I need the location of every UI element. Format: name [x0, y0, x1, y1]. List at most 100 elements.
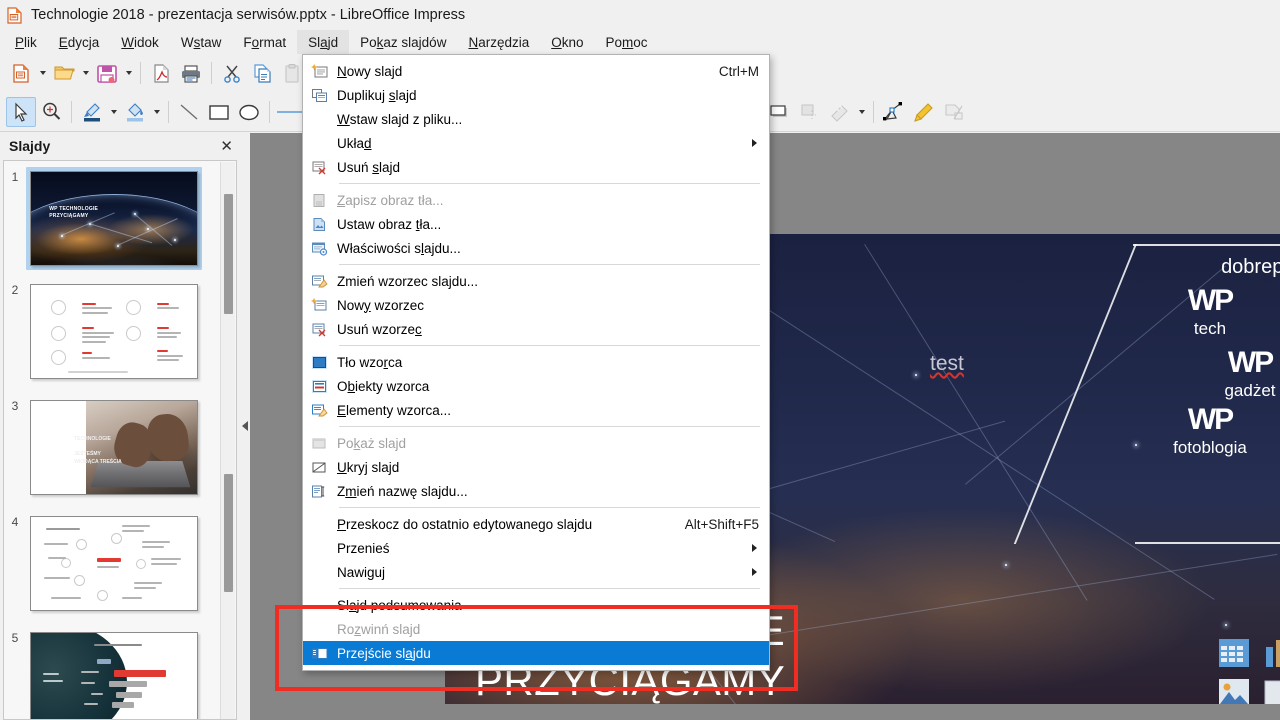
- rectangle-icon[interactable]: [204, 97, 234, 127]
- menu-item-usun-slajd[interactable]: Usuń slajd: [303, 155, 769, 179]
- impress-document-icon: [6, 6, 23, 24]
- new-master-icon: [311, 296, 337, 314]
- filter-dropdown[interactable]: [855, 97, 868, 127]
- menu-item-elementy-wzorca[interactable]: Elementy wzorca...: [303, 398, 769, 422]
- fill-color-dropdown[interactable]: [150, 97, 163, 127]
- menu-item-obiekty-wzorca[interactable]: Obiekty wzorca: [303, 374, 769, 398]
- floppy-save-icon[interactable]: [92, 58, 122, 88]
- slide-thumbnail-list[interactable]: 1 WP TECHNOLOGIE PRZYCIĄGAMY 2 3 TECHNOL…: [3, 160, 237, 720]
- scissors-icon[interactable]: [217, 58, 247, 88]
- filter-icon[interactable]: [825, 97, 855, 127]
- open-dropdown[interactable]: [79, 58, 92, 88]
- no-icon: [311, 620, 337, 638]
- extrusion-icon[interactable]: [939, 97, 969, 127]
- slide-thumbnail-1[interactable]: 1 WP TECHNOLOGIE PRZYCIĄGAMY: [4, 167, 236, 270]
- window-title: Technologie 2018 - prezentacja serwisów.…: [31, 7, 466, 23]
- folder-open-icon[interactable]: [49, 58, 79, 88]
- menu-item-zmien-wzorzec-slajdu[interactable]: Zmień wzorzec slajdu...: [303, 269, 769, 293]
- menu-slajd[interactable]: Slajd: [297, 30, 350, 54]
- title-bar: Technologie 2018 - prezentacja serwisów.…: [0, 0, 1280, 30]
- line-style-icon[interactable]: [275, 97, 305, 127]
- menu-item-zapisz-obraz-tla[interactable]: Zapisz obraz tła...: [303, 188, 769, 212]
- slide-number: 1: [11, 170, 19, 184]
- menu-narzedzia[interactable]: Narzędzia: [457, 30, 540, 54]
- slajd-dropdown-menu[interactable]: Nowy slajd Ctrl+M Duplikuj slajd Wstaw s…: [302, 54, 770, 671]
- menu-item-zmien-nazwe-slajdu[interactable]: Zmień nazwę slajdu...: [303, 479, 769, 503]
- insert-image-icon[interactable]: [1217, 677, 1257, 704]
- menu-item-usun-wzorzec[interactable]: Usuń wzorzec: [303, 317, 769, 341]
- menu-item-nowy-wzorzec[interactable]: Nowy wzorzec: [303, 293, 769, 317]
- line-icon[interactable]: [174, 97, 204, 127]
- close-icon[interactable]: ✕: [220, 139, 233, 154]
- menu-item-label: Usuń slajd: [337, 159, 401, 175]
- slide-thumbnail-2[interactable]: 2: [4, 280, 236, 383]
- thumb-caption: WP TECHNOLOGIE PRZYCIĄGAMY: [49, 206, 99, 219]
- separator: [269, 100, 270, 123]
- slide-thumbnail-5[interactable]: 5: [4, 628, 236, 719]
- slide-panel-scrollbar[interactable]: [220, 162, 235, 719]
- content-placeholder-icons[interactable]: [1217, 637, 1280, 704]
- edit-points-icon[interactable]: [879, 97, 909, 127]
- panel-splitter[interactable]: [240, 133, 250, 720]
- save-dropdown[interactable]: [122, 58, 135, 88]
- rename-slide-icon: [311, 482, 337, 500]
- insert-chart-icon[interactable]: [1263, 637, 1280, 669]
- menu-pomoc[interactable]: Pomoc: [595, 30, 659, 54]
- menu-format[interactable]: Format: [232, 30, 297, 54]
- slide-thumbnail-image: [30, 516, 198, 611]
- menu-item-slajd-podsumowania[interactable]: Slajd podsumowania: [303, 593, 769, 617]
- ellipse-icon[interactable]: [234, 97, 264, 127]
- menu-item-przejscie-slajdu[interactable]: Przejście slajdu: [303, 641, 769, 665]
- menu-widok[interactable]: Widok: [110, 30, 170, 54]
- menu-item-label: Nawiguj: [337, 564, 386, 580]
- pdf-export-icon[interactable]: [146, 58, 176, 88]
- menu-plik[interactable]: Plik: [4, 30, 48, 54]
- slide-thumbnail-3[interactable]: 3 TECHNOLOGIE JESTEŚMY WIODĄCA TREŚCIA: [4, 396, 236, 499]
- menu-item-label: Duplikuj slajd: [337, 87, 417, 103]
- menu-item-nawiguj[interactable]: Nawiguj: [303, 560, 769, 584]
- menu-item-ustaw-obraz-tla[interactable]: Ustaw obraz tła...: [303, 212, 769, 236]
- slide-subtitle-text[interactable]: test: [930, 352, 964, 376]
- line-color-dropdown[interactable]: [107, 97, 120, 127]
- menu-item-label: Obiekty wzorca: [337, 378, 430, 394]
- slide-thumbnail-4[interactable]: 4: [4, 512, 236, 615]
- cursor-arrow-icon[interactable]: [6, 96, 36, 127]
- menu-item-nowy-slajd[interactable]: Nowy slajd Ctrl+M: [303, 59, 769, 83]
- collapse-panel-arrow-icon[interactable]: [242, 420, 248, 431]
- change-master-icon: [311, 272, 337, 290]
- no-icon: [311, 539, 337, 557]
- scrollbar-thumb-lower[interactable]: [224, 474, 233, 592]
- copy-icon[interactable]: [247, 58, 277, 88]
- printer-icon[interactable]: [176, 58, 206, 88]
- menu-pokaz-slajdow[interactable]: Pokaz slajdów: [349, 30, 457, 54]
- no-icon: [311, 515, 337, 533]
- glue-points-icon[interactable]: [909, 97, 939, 127]
- menu-item-tlo-wzorca[interactable]: Tło wzorca: [303, 350, 769, 374]
- menu-item-rozwin-slajd[interactable]: Rozwinń slajd: [303, 617, 769, 641]
- brand-column: WP tech WP gadżet WP fotoblogia: [1125, 286, 1280, 461]
- menu-item-ukryj-slajd[interactable]: Ukryj slajd: [303, 455, 769, 479]
- menu-item-przeskocz-do-ostatnio-edytowanego-slajdu[interactable]: Przeskocz do ostatnio edytowanego slajdu…: [303, 512, 769, 536]
- scrollbar-thumb[interactable]: [224, 194, 233, 314]
- wp-logo-icon: WP: [1187, 284, 1234, 317]
- menu-bar[interactable]: Plik Edycja Widok Wstaw Format Slajd Pok…: [0, 30, 1280, 54]
- menu-item-wstaw-slajd-z-pliku[interactable]: Wstaw slajd z pliku...: [303, 107, 769, 131]
- insert-video-icon[interactable]: [1263, 677, 1280, 704]
- menu-item-pokaz-slajd[interactable]: Pokaż slajd: [303, 431, 769, 455]
- menu-item-przenies[interactable]: Przenieś: [303, 536, 769, 560]
- magnifier-plus-icon[interactable]: [36, 97, 66, 127]
- menu-edycja[interactable]: Edycja: [48, 30, 111, 54]
- new-doc-icon[interactable]: [6, 58, 36, 88]
- menu-item-uklad[interactable]: Układ: [303, 131, 769, 155]
- fill-color-icon[interactable]: [120, 97, 150, 127]
- crop-icon[interactable]: [795, 97, 825, 127]
- menu-wstaw[interactable]: Wstaw: [170, 30, 233, 54]
- insert-table-icon[interactable]: [1217, 637, 1257, 669]
- menu-okno[interactable]: Okno: [540, 30, 594, 54]
- menu-item-label: Właściwości slajdu...: [337, 240, 461, 256]
- line-color-icon[interactable]: [77, 97, 107, 127]
- menu-item-wlasciwosci-slajdu[interactable]: Właściwości slajdu...: [303, 236, 769, 260]
- new-document-dropdown[interactable]: [36, 58, 49, 88]
- slide-panel-header: Slajdy ✕: [0, 133, 240, 159]
- menu-item-duplikuj-slajd[interactable]: Duplikuj slajd: [303, 83, 769, 107]
